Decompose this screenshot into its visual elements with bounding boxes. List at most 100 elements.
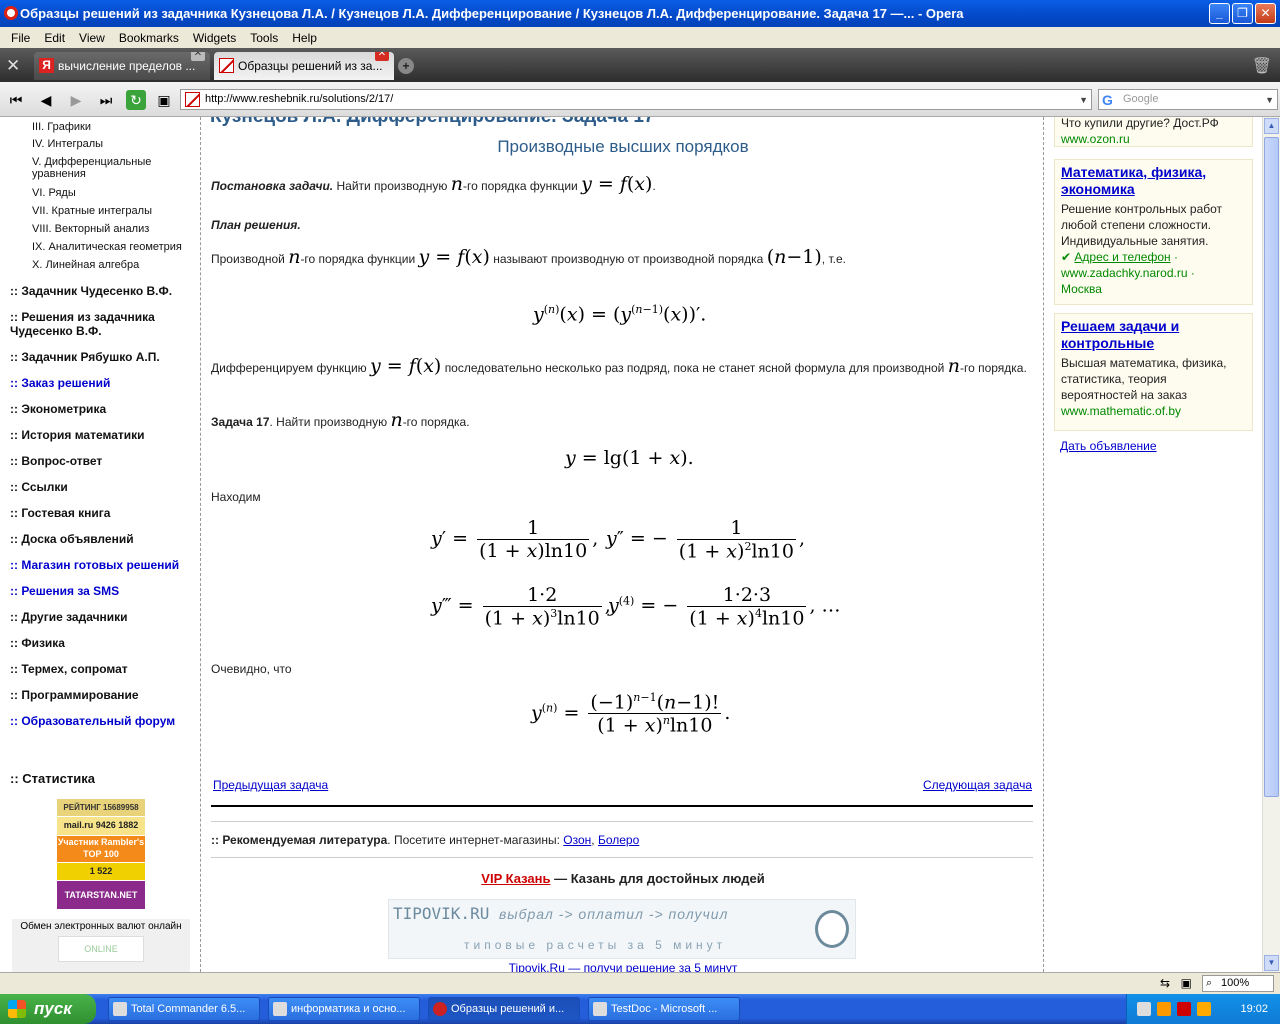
camera-icon[interactable]: ▣ — [1181, 976, 1192, 990]
ad-block[interactable]: Математика, физика, экономика Решение ко… — [1054, 159, 1253, 305]
nav-section[interactable]: :: Доска объявлений — [10, 532, 134, 546]
menu-bookmarks[interactable]: Bookmarks — [112, 31, 186, 45]
ad-url[interactable]: www.mathematic.of.by — [1061, 403, 1246, 419]
nav-sub-item[interactable]: X. Линейная алгебра — [32, 259, 139, 271]
minimize-button[interactable]: _ — [1209, 3, 1230, 24]
back-icon[interactable]: ◀ — [36, 90, 56, 110]
antivirus-icon[interactable] — [1177, 1002, 1191, 1016]
vertical-scrollbar[interactable]: ▲ ▼ — [1262, 117, 1280, 972]
page-viewport: III. Графики IV. Интегралы V. Дифференци… — [0, 117, 1262, 972]
rambler-counter[interactable]: Участник Rambler's TOP 100 — [57, 836, 145, 862]
nav-sub-item[interactable]: VI. Ряды — [32, 187, 76, 199]
ad-text: Решение контрольных работ любой степени … — [1061, 202, 1223, 248]
tab-close-icon[interactable]: ✕ — [375, 52, 389, 61]
ad-address-link[interactable]: Адрес и телефон — [1074, 250, 1170, 264]
nav-section[interactable]: :: История математики — [10, 428, 145, 442]
section-subtitle: Производные высших порядков — [497, 137, 749, 156]
page-title: Кузнецов Л.А. Дифференцирование. Задача … — [210, 117, 654, 128]
mailru-counter[interactable]: mail.ru 9426 1882 — [57, 817, 145, 835]
taskbar-item[interactable]: TestDoc - Microsoft ... — [588, 997, 740, 1021]
scroll-thumb[interactable] — [1264, 137, 1279, 797]
sound-icon[interactable] — [1197, 1002, 1211, 1016]
nav-section[interactable]: :: Магазин готовых решений — [10, 558, 179, 572]
ozon-link[interactable]: Озон — [563, 833, 591, 847]
tab-reshebnik[interactable]: Образцы решений из за... ✕ — [214, 52, 394, 80]
rating-counter[interactable]: РЕЙТИНГ 15689958 — [57, 799, 145, 816]
search-field[interactable]: G Google ▼ — [1098, 89, 1278, 110]
menu-file[interactable]: File — [4, 31, 37, 45]
taskbar-item[interactable]: информатика и осно... — [268, 997, 420, 1021]
tipovik-banner[interactable]: TIPOVIK.RU выбрал -> оплатил -> получил … — [388, 899, 856, 959]
fast-forward-icon[interactable]: ⏭ — [96, 90, 116, 110]
nav-section[interactable]: :: Другие задачники — [10, 610, 128, 624]
ad-url[interactable]: www.zadachky.narod.ru — [1061, 266, 1188, 280]
chevron-down-icon[interactable]: ▼ — [1079, 91, 1088, 110]
ad-block[interactable]: Что купили другие? Дост.РФ www.ozon.ru — [1054, 117, 1253, 147]
zoom-control[interactable]: ⌕ 100% — [1202, 975, 1274, 992]
nav-sub-item[interactable]: VII. Кратные интегралы — [32, 205, 152, 217]
nav-section[interactable]: :: Образовательный форум — [10, 714, 175, 728]
taskbar-item[interactable]: Total Commander 6.5... — [108, 997, 260, 1021]
panel-icon[interactable]: ⇆ — [1160, 976, 1170, 990]
menu-help[interactable]: Help — [285, 31, 324, 45]
reload-icon[interactable]: ↻ — [126, 90, 146, 110]
nav-sub-item[interactable]: V. Дифференциальные уравнения — [22, 156, 172, 180]
tatarstan-counter[interactable]: TATARSTAN.NET — [57, 881, 145, 909]
maximize-button[interactable]: ❐ — [1232, 3, 1253, 24]
nav-section[interactable]: :: Ссылки — [10, 480, 68, 494]
nav-section[interactable]: :: Решения за SMS — [10, 584, 119, 598]
visits-counter[interactable]: 1 522 — [57, 863, 145, 880]
ad-block[interactable]: Решаем задачи и контрольные Высшая матем… — [1054, 313, 1253, 431]
ad-title[interactable]: Решаем задачи и контрольные — [1061, 318, 1246, 352]
nav-section[interactable]: :: Задачник Чудесенко В.Ф. — [10, 284, 172, 298]
nav-section[interactable]: :: Заказ решений — [10, 376, 110, 390]
exchange-widget[interactable]: Обмен электронных валют онлайн ONLINE — [12, 919, 190, 972]
place-ad-link[interactable]: Дать объявление — [1060, 439, 1157, 453]
clock[interactable]: 19:02 — [1240, 994, 1268, 1024]
prev-task-link[interactable]: Предыдущая задача — [213, 776, 328, 794]
menu-widgets[interactable]: Widgets — [186, 31, 243, 45]
trash-icon[interactable]: 🗑 — [1252, 56, 1272, 76]
online-badge[interactable]: ONLINE — [58, 936, 144, 962]
next-task-link[interactable]: Следующая задача — [923, 776, 1032, 794]
wrench-icon[interactable]: ✕ — [6, 56, 20, 76]
media-icon[interactable] — [1157, 1002, 1171, 1016]
yandex-favicon-icon: Я — [39, 58, 54, 73]
nav-sub-item[interactable]: IX. Аналитическая геометрия — [32, 241, 182, 253]
start-button[interactable]: пуск — [0, 994, 96, 1024]
nav-section[interactable]: :: Решения из задачника Чудесенко В.Ф. — [10, 310, 170, 338]
bolero-link[interactable]: Болеро — [598, 833, 639, 847]
tab-close-icon[interactable]: ✕ — [191, 52, 205, 61]
menu-edit[interactable]: Edit — [37, 31, 72, 45]
menu-view[interactable]: View — [72, 31, 112, 45]
ad-title[interactable]: Математика, физика, экономика — [1061, 164, 1246, 198]
menu-tools[interactable]: Tools — [243, 31, 285, 45]
chevron-down-icon[interactable]: ▼ — [1265, 91, 1274, 110]
nav-section[interactable]: :: Гостевая книга — [10, 506, 110, 520]
network-icon[interactable] — [1137, 1002, 1151, 1016]
address-field[interactable]: http://www.reshebnik.ru/solutions/2/17/ … — [180, 89, 1092, 110]
taskbar-item-active[interactable]: Образцы решений и... — [428, 997, 580, 1021]
scroll-down-icon[interactable]: ▼ — [1264, 955, 1279, 971]
rewind-icon[interactable]: ⏮ — [6, 90, 26, 110]
scroll-up-icon[interactable]: ▲ — [1264, 118, 1279, 134]
tab-yandex[interactable]: Я вычисление пределов ... ✕ — [34, 52, 210, 80]
nav-section[interactable]: :: Термех, сопромат — [10, 662, 128, 676]
nav-section[interactable]: :: Программирование — [10, 688, 139, 702]
nav-section[interactable]: :: Вопрос-ответ — [10, 454, 102, 468]
ad-url[interactable]: www.ozon.ru — [1061, 131, 1246, 147]
problem-text2: -го порядка функции — [462, 179, 578, 193]
nav-sub-item[interactable]: IV. Интегралы — [32, 138, 103, 150]
close-window-button[interactable]: ✕ — [1255, 3, 1276, 24]
vip-link[interactable]: VIP Казань — [481, 871, 550, 886]
nav-section[interactable]: :: Физика — [10, 636, 65, 650]
nav-section[interactable]: :: Эконометрика — [10, 402, 106, 416]
nav-section[interactable]: :: Задачник Рябушко А.П. — [10, 350, 160, 364]
banner-slogan: выбрал -> оплатил -> получил — [499, 906, 729, 922]
new-tab-button[interactable]: + — [398, 58, 414, 74]
camera-icon[interactable]: ▣ — [154, 90, 174, 110]
nav-sub-item[interactable]: VIII. Векторный анализ — [32, 223, 149, 235]
tipovik-link[interactable]: Tipovik.Ru — получи решение за 5 минут — [203, 959, 1043, 972]
nav-sub-item[interactable]: III. Графики — [32, 121, 91, 133]
forward-icon[interactable]: ▶ — [66, 90, 86, 110]
